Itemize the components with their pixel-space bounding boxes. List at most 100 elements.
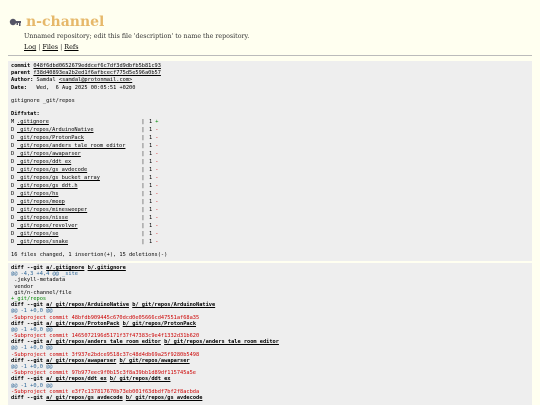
diffstat-separator: | xyxy=(141,175,145,182)
diff-old-file-link[interactable]: a/_git/repos/anders_tale_room_editor xyxy=(46,339,161,345)
author-name: Samdal xyxy=(36,77,56,84)
diff-new-file-link[interactable]: b/_git/repos/gs_avdecode xyxy=(126,395,203,401)
diff-prefix: diff --git xyxy=(11,357,47,364)
diffstat-file-link[interactable]: _git/repos/ArduinoNative xyxy=(17,126,137,134)
diff-old-file-link[interactable]: a/_git/repos/ArduinoNative xyxy=(46,302,129,308)
diffstat-list: M .gitignore | 1 + D _git/repos/ArduinoNative |… xyxy=(11,118,529,246)
date-label: Date: xyxy=(11,84,27,91)
diffstat-separator: | xyxy=(141,199,145,206)
diffstat-sign: - xyxy=(155,143,159,150)
diff-old-file-link[interactable]: a/_git/repos/gs_avdecode xyxy=(46,395,123,401)
diffstat-count: 1 xyxy=(149,183,153,190)
diff-old-file-link[interactable]: a/.gitignore xyxy=(46,265,84,271)
diffstat-file-link[interactable]: _git/repos/se xyxy=(17,230,137,238)
diffstat-sign: - xyxy=(155,167,159,174)
parent-hash-link[interactable]: f38d40893ea2b2ed1f6afbcecf775d5e596a0b57 xyxy=(33,70,161,76)
diffstat-count: 1 xyxy=(149,127,153,134)
diff-prefix: diff --git xyxy=(11,376,47,383)
diffstat-label: Diffstat: xyxy=(11,110,40,117)
diffstat-count: 1 xyxy=(149,215,153,222)
diffstat-count: 1 xyxy=(149,199,153,206)
diffstat-separator: | xyxy=(141,215,145,222)
diffstat-count: 1 xyxy=(149,175,153,182)
diff-old-file-link[interactable]: a/_git/repos/awaparser xyxy=(46,358,116,364)
diffstat-sign: - xyxy=(155,151,159,158)
commit-hash-link[interactable]: 048f6dbd0652679eddcef6c7df3d9dbfb5b81c93 xyxy=(33,63,161,69)
diffstat-row: D _git/repos/snake | 1- xyxy=(11,238,529,246)
diff-new-file-link[interactable]: b/_git/repos/anders_tale_room_editor xyxy=(164,339,279,345)
diffstat-separator: | xyxy=(141,239,145,246)
diff-prefix: diff --git xyxy=(11,302,47,309)
diffstat-file-link[interactable]: _git/repos/ddt_ex xyxy=(17,158,137,166)
nav-refs-link[interactable]: Refs xyxy=(64,43,78,51)
author-email-link[interactable]: <samdal@protonmail.com> xyxy=(59,77,132,83)
diffstat-row: D _git/repos/ArduinoNative | 1- xyxy=(11,126,529,134)
diffstat-file-link[interactable]: _git/repos/ProtonPack xyxy=(17,134,137,142)
commit-info-panel: commit 048f6dbd0652679eddcef6c7df3d9dbfb… xyxy=(8,61,532,261)
diffstat-row: D _git/repos/ddt_ex | 1- xyxy=(11,158,529,166)
diffstat-file-link[interactable]: _git/repos/nisse xyxy=(17,214,137,222)
diffstat-sign: - xyxy=(155,239,159,246)
diffstat-row: D _git/repos/ProtonPack | 1- xyxy=(11,134,529,142)
diffstat-count: 1 xyxy=(149,239,153,246)
diffstat-count: 1 xyxy=(149,135,153,142)
diff-new-file-link[interactable]: b/.gitignore xyxy=(88,265,126,271)
diff-panel: diff --git a/.gitignore b/.gitignore @@ -… xyxy=(8,263,532,405)
diff-new-file-link[interactable]: b/_git/repos/ArduinoNative xyxy=(132,302,215,308)
diffstat-file-link[interactable]: _git/repos/minesweeper xyxy=(17,206,137,214)
diffstat-count: 1 xyxy=(149,207,153,214)
commit-message: gitignore _git/repos xyxy=(11,97,75,104)
diffstat-file-link[interactable]: .gitignore xyxy=(17,118,137,126)
repo-heading: n-channel xyxy=(8,14,104,30)
diff-old-file-link[interactable]: a/_git/repos/ProtonPack xyxy=(46,321,119,327)
page-header: n-channel Unnamed repository; edit this … xyxy=(0,0,540,60)
diffstat-separator: | xyxy=(141,127,145,134)
diffstat-summary: 16 files changed, 1 insertion(+), 15 del… xyxy=(11,252,168,259)
date-value: Wed, 6 Aug 2025 00:05:51 +0200 xyxy=(36,84,136,91)
diffstat-separator: | xyxy=(141,183,145,190)
diffstat-sign: - xyxy=(155,127,159,134)
nav-files-link[interactable]: Files xyxy=(42,43,58,51)
diffstat-count: 1 xyxy=(149,167,153,174)
diffstat-file-link[interactable]: _git/repos/gs_avdecode xyxy=(17,166,137,174)
diffstat-separator: | xyxy=(141,159,145,166)
diffstat-count: 1 xyxy=(149,159,153,166)
diffstat-file-link[interactable]: _git/repos/meep xyxy=(17,198,137,206)
diffstat-sign: + xyxy=(155,119,159,126)
diffstat-separator: | xyxy=(141,143,145,150)
diffstat-row: D _git/repos/hs | 1- xyxy=(11,190,529,198)
commit-label: commit xyxy=(11,63,31,69)
diffstat-file-link[interactable]: _git/repos/awaparser xyxy=(17,150,137,158)
diffstat-row: D _git/repos/anders_tale_room_editor | 1- xyxy=(11,142,529,150)
diffstat-sign: - xyxy=(155,207,159,214)
diffstat-separator: | xyxy=(141,191,145,198)
diffstat-sign: - xyxy=(155,223,159,230)
diffstat-count: 1 xyxy=(149,143,153,150)
diffstat-file-link[interactable]: _git/repos/revolver xyxy=(17,222,137,230)
diffstat-count: 1 xyxy=(149,191,153,198)
diff-new-file-link[interactable]: b/_git/repos/ProtonPack xyxy=(123,321,196,327)
diffstat-sign: - xyxy=(155,231,159,238)
diffstat-row: D _git/repos/awaparser | 1- xyxy=(11,150,529,158)
diffstat-file-link[interactable]: _git/repos/gs_bucket_array xyxy=(17,174,137,182)
diffstat-row: D _git/repos/meep | 1- xyxy=(11,198,529,206)
nav-links: Log | Files | Refs xyxy=(24,43,79,51)
diffstat-row: M .gitignore | 1 + xyxy=(11,118,529,126)
diffstat-file-link[interactable]: _git/repos/gs_ddt.h xyxy=(17,182,137,190)
diffstat-sign: - xyxy=(155,215,159,222)
nav-log-link[interactable]: Log xyxy=(24,43,36,51)
repo-logo-icon xyxy=(9,18,21,26)
diffstat-separator: | xyxy=(141,231,145,238)
diffstat-sign: - xyxy=(155,175,159,182)
header-divider xyxy=(8,55,532,56)
diffstat-row: D _git/repos/nisse | 1- xyxy=(11,214,529,222)
diffstat-separator: | xyxy=(141,207,145,214)
diffstat-file-link[interactable]: _git/repos/snake xyxy=(17,238,137,246)
diff-old-file-link[interactable]: a/_git/repos/ddt_ex xyxy=(46,376,107,382)
diff-new-file-link[interactable]: b/_git/repos/awaparser xyxy=(119,358,189,364)
diffstat-file-link[interactable]: _git/repos/anders_tale_room_editor xyxy=(17,142,137,150)
diff-new-file-link[interactable]: b/_git/repos/ddt_ex xyxy=(110,376,171,382)
diff-file-header: diff --git a/_git/repos/gs_avdecode b/_g… xyxy=(11,395,529,401)
diffstat-sign: - xyxy=(155,135,159,142)
diffstat-file-link[interactable]: _git/repos/hs xyxy=(17,190,137,198)
